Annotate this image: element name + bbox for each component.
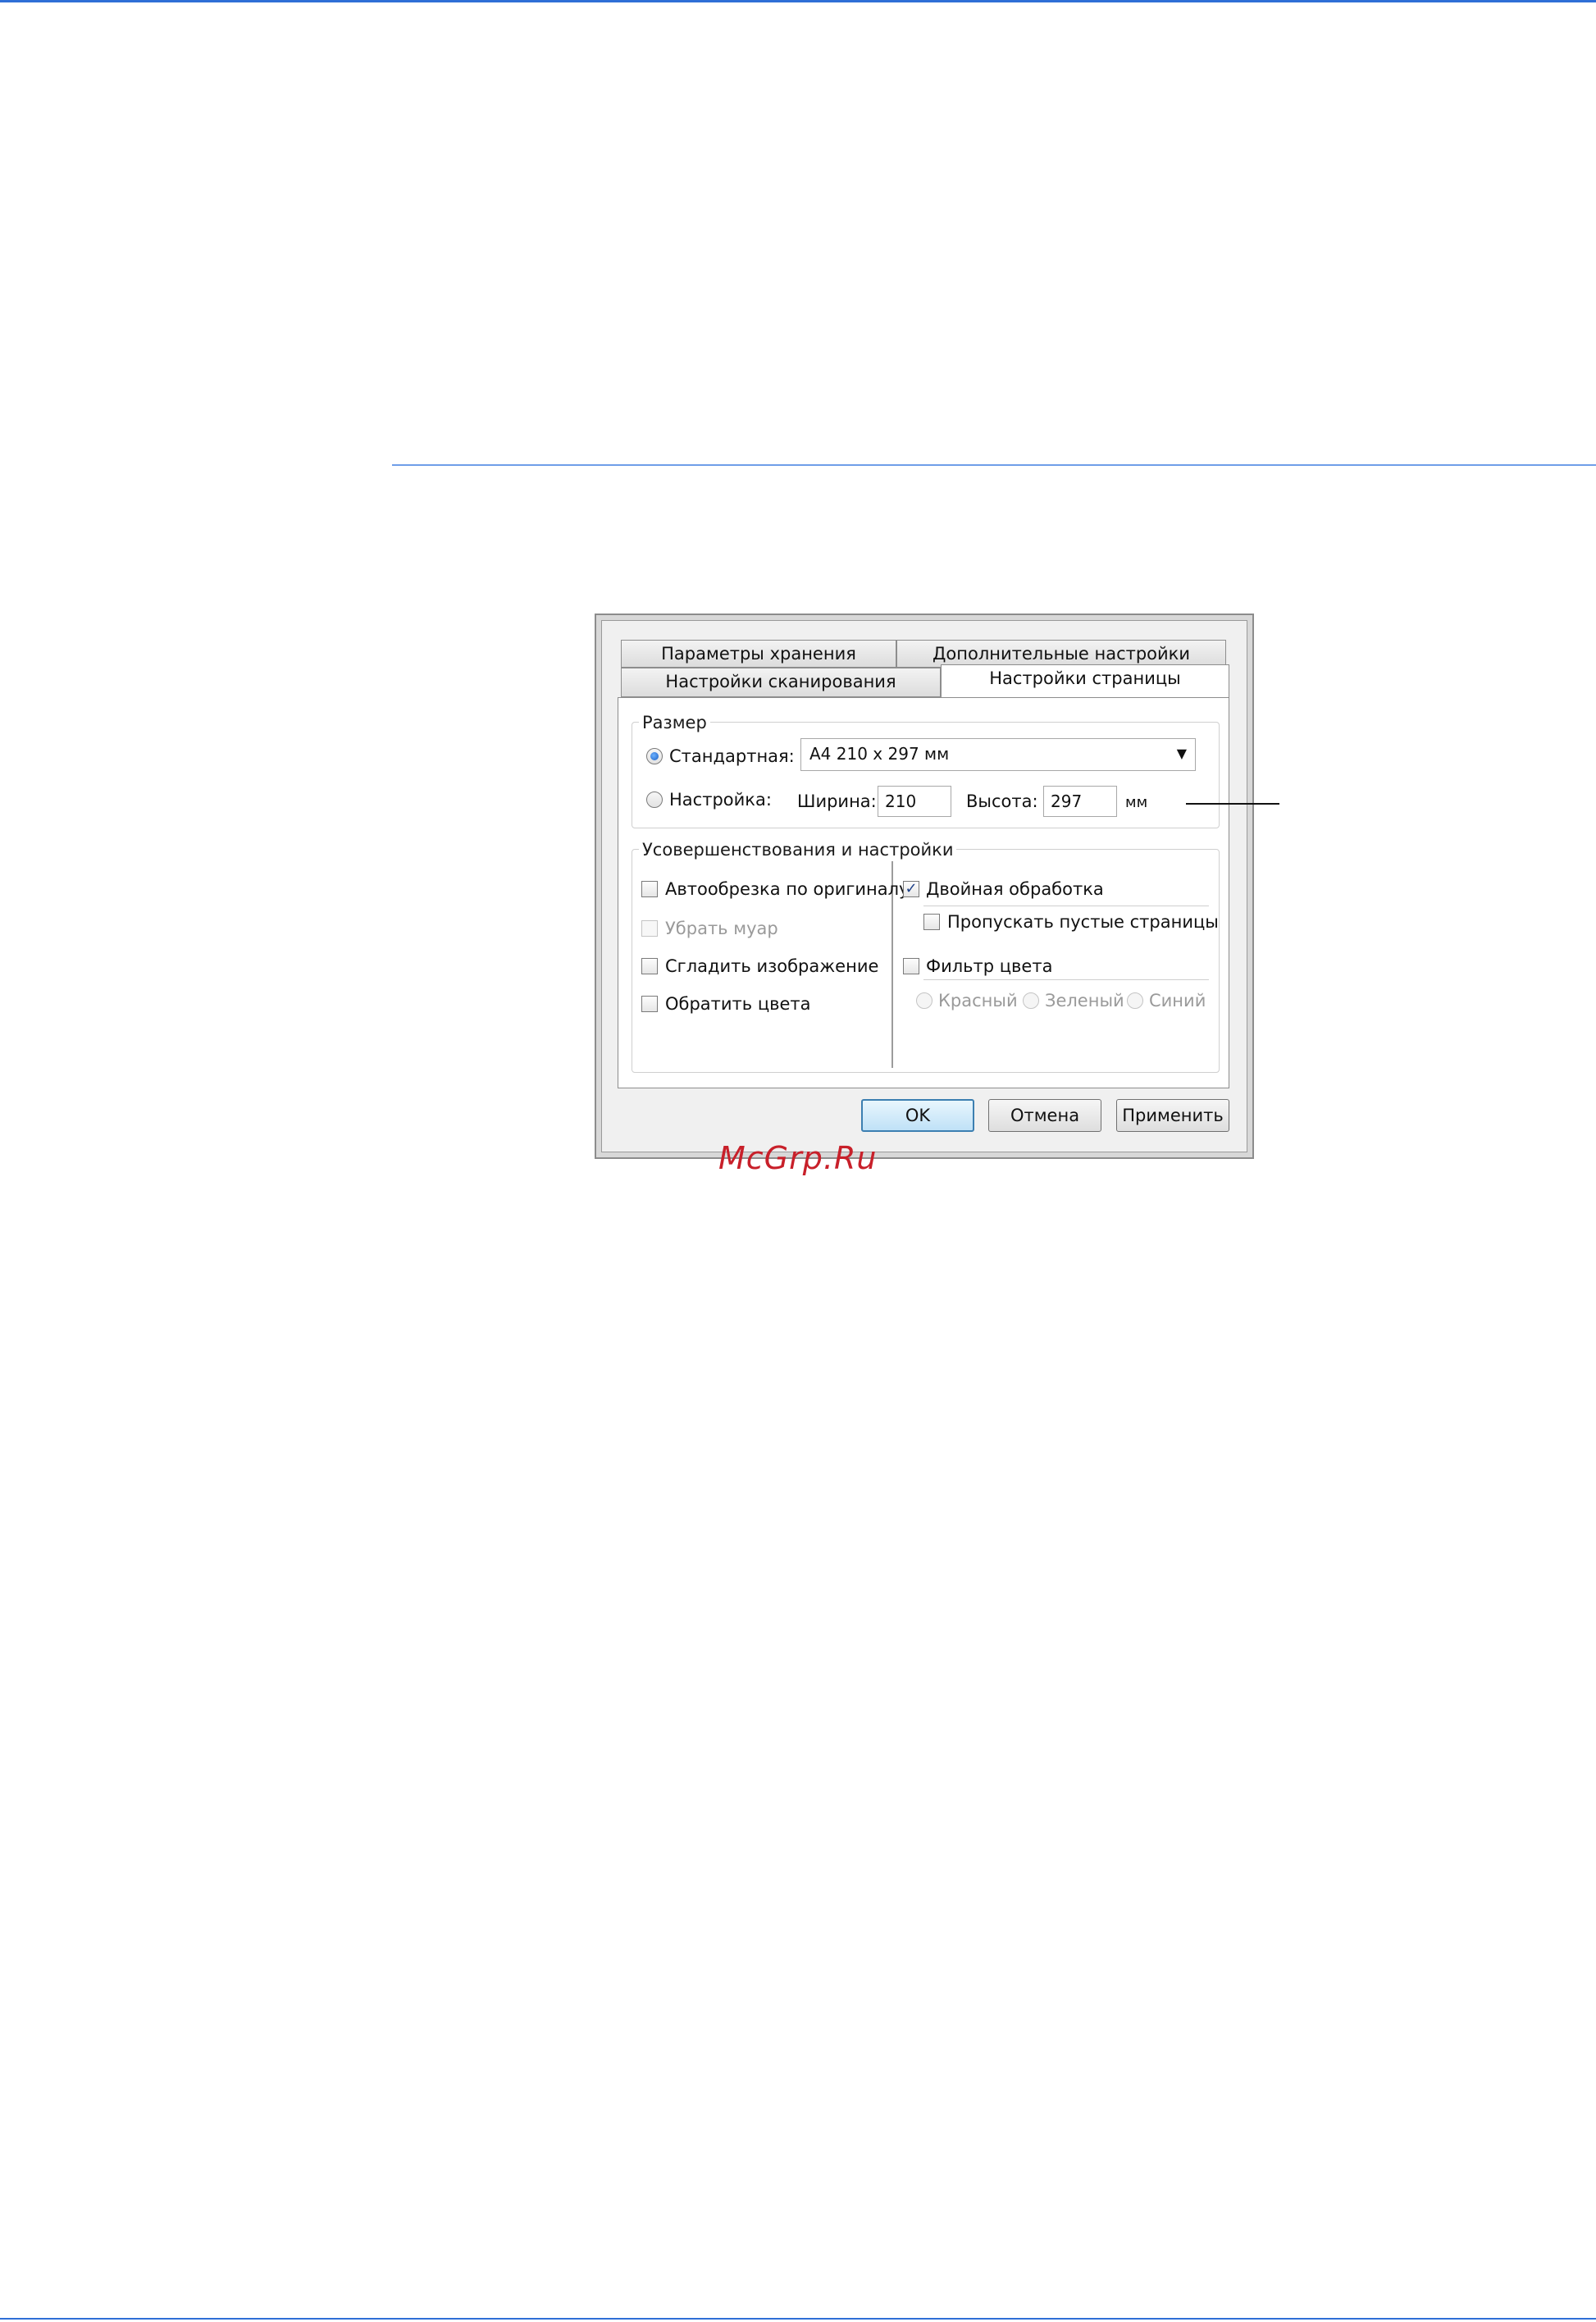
tab-scan-settings[interactable]: Настройки сканирования	[621, 668, 941, 697]
color-filter-label: Фильтр цвета	[926, 956, 1053, 976]
chevron-down-icon[interactable]: ▼	[1177, 746, 1187, 761]
unit-label: мм	[1125, 794, 1148, 811]
width-field[interactable]: 210	[878, 786, 951, 817]
tab-advanced-settings[interactable]: Дополнительные настройки	[896, 640, 1226, 668]
section-rule	[392, 464, 1596, 466]
tab-page-settings[interactable]: Настройки страницы	[941, 664, 1229, 698]
tab-storage-params[interactable]: Параметры хранения	[621, 640, 896, 668]
callout-line	[1186, 803, 1279, 805]
size-group-legend: Размер	[639, 713, 710, 732]
color-red-label: Красный	[938, 991, 1018, 1010]
duplex-label: Двойная обработка	[926, 879, 1104, 899]
color-filter-checkbox[interactable]	[903, 958, 919, 974]
skip-blank-label: Пропускать пустые страницы	[947, 912, 1219, 932]
standard-size-label: Стандартная:	[669, 746, 795, 766]
width-label: Ширина:	[797, 791, 877, 811]
bottom-rule	[0, 2318, 1596, 2320]
invert-colors-checkbox[interactable]	[641, 996, 658, 1012]
top-rule	[0, 0, 1596, 2]
autocrop-checkbox[interactable]	[641, 881, 658, 897]
color-filter-separator	[923, 979, 1209, 980]
color-blue-label: Синий	[1149, 991, 1206, 1010]
invert-colors-label: Обратить цвета	[665, 994, 811, 1014]
standard-size-select[interactable]: A4 210 x 297 мм ▼	[800, 738, 1196, 771]
color-green-label: Зеленый	[1045, 991, 1124, 1010]
descreen-label: Убрать муар	[665, 919, 778, 938]
autocrop-label: Автообрезка по оригиналу	[665, 879, 910, 899]
smooth-image-label: Сгладить изображение	[665, 956, 879, 976]
standard-size-radio[interactable]	[646, 748, 663, 764]
apply-button[interactable]: Применить	[1116, 1099, 1229, 1132]
height-field[interactable]: 297	[1043, 786, 1117, 817]
enhancements-group-legend: Усовершенствования и настройки	[639, 840, 957, 860]
smooth-image-checkbox[interactable]	[641, 958, 658, 974]
custom-size-label: Настройка:	[669, 790, 772, 810]
custom-size-radio[interactable]	[646, 791, 663, 808]
duplex-checkbox[interactable]: ✓	[903, 881, 919, 897]
watermark: McGrp.Ru	[718, 1140, 878, 1176]
cancel-button[interactable]: Отмена	[988, 1099, 1101, 1132]
color-green-radio[interactable]	[1023, 992, 1039, 1009]
descreen-checkbox[interactable]	[641, 920, 658, 937]
color-red-radio[interactable]	[916, 992, 933, 1009]
ok-button[interactable]: OK	[861, 1099, 974, 1132]
standard-size-value: A4 210 x 297 мм	[809, 744, 950, 764]
height-label: Высота:	[966, 791, 1038, 811]
checkmark-icon: ✓	[905, 880, 918, 897]
color-blue-radio[interactable]	[1127, 992, 1143, 1009]
skip-blank-checkbox[interactable]	[923, 914, 940, 930]
radio-selected-dot	[650, 752, 659, 760]
